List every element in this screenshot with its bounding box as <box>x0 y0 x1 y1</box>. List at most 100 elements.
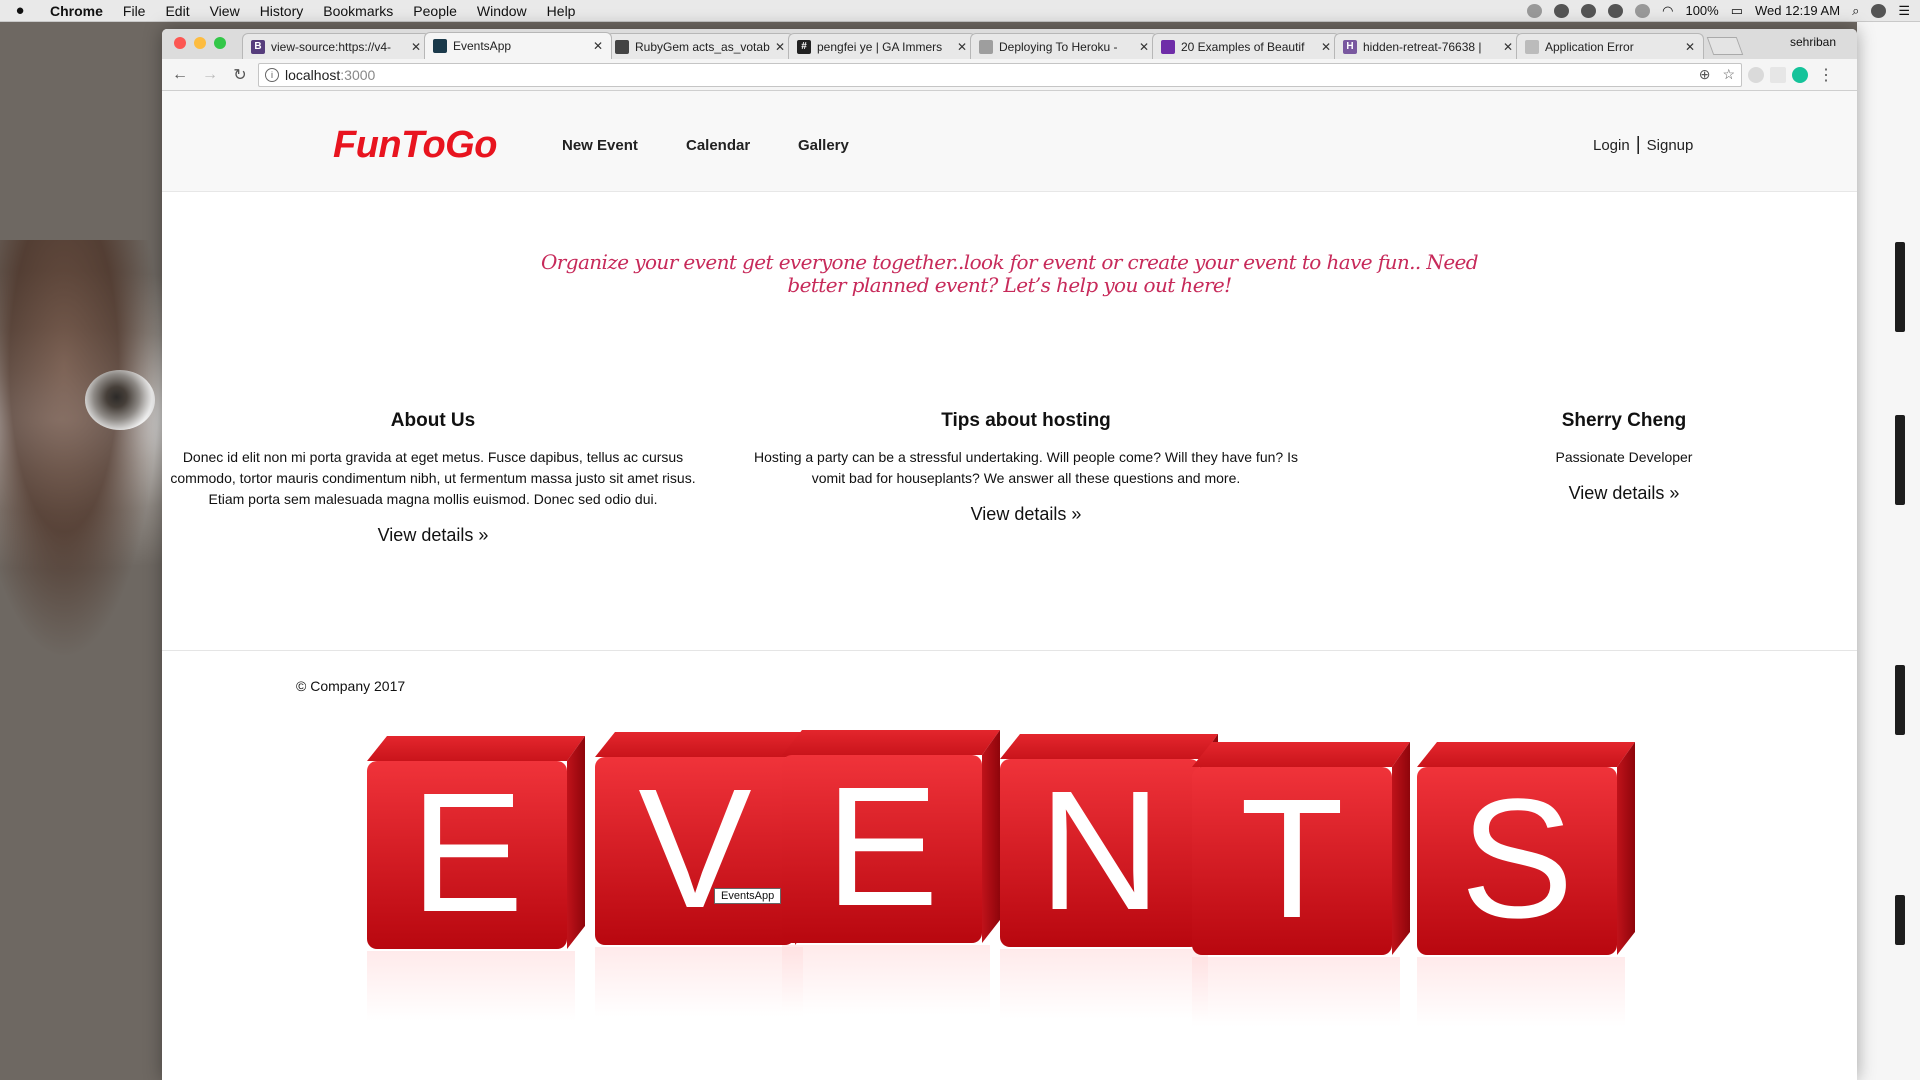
auth-separator: | <box>1635 134 1641 155</box>
site-navbar: FunToGo New Event Calendar Gallery Login… <box>162 91 1857 192</box>
die-letter: T <box>1240 764 1344 954</box>
tab-close-icon[interactable]: ✕ <box>411 40 421 54</box>
hero-text: Organize your event get everyone togethe… <box>540 250 1479 297</box>
spotlight-search-icon[interactable]: ⌕ <box>1852 3 1859 19</box>
url-port: :3000 <box>340 66 376 83</box>
apple-menu-icon[interactable]: ● <box>0 2 40 19</box>
browser-tab[interactable]: EventsApp ✕ <box>424 32 612 59</box>
reload-icon[interactable]: ↻ <box>228 63 252 87</box>
browser-tab[interactable]: Deploying To Heroku - ✕ <box>970 33 1158 59</box>
minimize-window-button[interactable] <box>194 37 206 49</box>
letter-die: S <box>1417 742 1635 1027</box>
nav-gallery[interactable]: Gallery <box>798 137 849 154</box>
bluetooth-icon[interactable] <box>1635 3 1651 18</box>
menu-file[interactable]: File <box>113 3 156 19</box>
browser-tab[interactable]: 20 Examples of Beautif ✕ <box>1152 33 1340 59</box>
tabs-container: Bview-source:https://v4- ✕ EventsApp ✕ RubyG… <box>242 32 1704 59</box>
die-letter: N <box>1039 756 1162 946</box>
app-status-icon[interactable] <box>1608 3 1624 18</box>
new-tab-button[interactable] <box>1706 37 1744 55</box>
tab-close-icon[interactable]: ✕ <box>1503 40 1513 54</box>
die-letter: E <box>825 752 938 942</box>
tab-favicon-icon: # <box>797 39 811 54</box>
grammarly-icon[interactable] <box>1792 66 1808 83</box>
background-window-block <box>1895 415 1905 505</box>
dash-icon[interactable] <box>1527 3 1543 18</box>
sync-icon[interactable] <box>1581 3 1597 18</box>
dice-group: EVENTS <box>367 730 1635 1027</box>
tab-favicon-icon <box>1161 39 1175 54</box>
tab-close-icon[interactable]: ✕ <box>957 40 967 54</box>
view-details-button[interactable]: View details » <box>971 504 1082 525</box>
address-bar[interactable]: i localhost:3000 ⊕ ☆ <box>258 62 1742 87</box>
signup-link[interactable]: Signup <box>1647 137 1694 154</box>
tab-favicon-icon <box>615 39 629 54</box>
background-window-block <box>1895 665 1905 735</box>
column-heading: About Us <box>390 410 476 431</box>
brand-logo[interactable]: FunToGo <box>333 124 497 167</box>
back-icon[interactable]: ← <box>168 63 192 87</box>
extension-icon[interactable] <box>1770 66 1786 83</box>
url-host: localhost <box>285 66 341 83</box>
user-avatar-icon[interactable] <box>1871 3 1887 18</box>
tab-favicon-icon: H <box>1343 39 1357 54</box>
chrome-menu-icon[interactable]: ⋮ <box>1814 63 1838 87</box>
menu-help[interactable]: Help <box>537 3 586 19</box>
profile-column: Sherry Cheng Passionate Developer View d… <box>1454 410 1794 504</box>
die-letter: V <box>638 754 751 944</box>
tab-close-icon[interactable]: ✕ <box>593 39 603 53</box>
browser-tab[interactable]: Application Error ✕ <box>1516 33 1704 59</box>
letter-die: E <box>782 730 1000 1015</box>
zoom-window-button[interactable] <box>214 37 226 49</box>
wifi-icon[interactable]: ◠ <box>1662 3 1673 19</box>
tab-close-icon[interactable]: ✕ <box>1321 40 1331 54</box>
browser-tab[interactable]: Bview-source:https://v4- ✕ <box>242 33 430 59</box>
forward-icon[interactable]: → <box>198 63 222 87</box>
close-window-button[interactable] <box>174 37 186 49</box>
extension-icon[interactable] <box>1748 66 1764 83</box>
menu-view[interactable]: View <box>200 3 250 19</box>
letter-die: N <box>1000 734 1218 1019</box>
browser-tab[interactable]: RubyGem acts_as_votab ✕ <box>606 33 794 59</box>
browser-toolbar: ← → ↻ i localhost:3000 ⊕ ☆ ⋮ <box>162 59 1857 91</box>
die-letter: E <box>410 758 523 948</box>
tab-favicon-icon: B <box>251 39 265 54</box>
tab-close-icon[interactable]: ✕ <box>1139 40 1149 54</box>
notification-center-icon[interactable]: ☰ <box>1898 3 1910 19</box>
tab-title: EventsApp <box>453 39 512 53</box>
browser-tab[interactable]: Hhidden-retreat-76638 | ✕ <box>1334 33 1522 59</box>
profile-name[interactable]: sehriban <box>1790 35 1836 49</box>
tab-close-icon[interactable]: ✕ <box>775 40 785 54</box>
footer-divider <box>162 650 1857 651</box>
wallpaper-dog-eye <box>85 370 155 430</box>
background-window-block <box>1895 895 1905 945</box>
auth-links: Login | Signup <box>1593 134 1693 156</box>
info-icon[interactable]: i <box>265 67 279 82</box>
menu-history[interactable]: History <box>250 3 314 19</box>
evernote-icon[interactable] <box>1554 3 1570 18</box>
tips-column: Tips about hosting Hosting a party can b… <box>739 410 1313 525</box>
battery-percent[interactable]: 100% <box>1685 3 1718 18</box>
menu-window[interactable]: Window <box>467 3 537 19</box>
nav-new-event[interactable]: New Event <box>562 137 638 154</box>
menu-edit[interactable]: Edit <box>155 3 199 19</box>
menubar-clock[interactable]: Wed 12:19 AM <box>1755 3 1840 18</box>
login-link[interactable]: Login <box>1593 137 1630 154</box>
column-body: Donec id elit non mi porta gravida at eg… <box>170 449 696 507</box>
nav-calendar[interactable]: Calendar <box>686 137 750 154</box>
wallpaper-dog-fur <box>0 240 160 660</box>
tab-title: pengfei ye | GA Immers <box>817 39 943 54</box>
tab-close-icon[interactable]: ✕ <box>1685 40 1695 54</box>
view-details-button[interactable]: View details » <box>378 525 489 546</box>
browser-tab[interactable]: # pengfei ye | GA Immers ✕ <box>788 33 976 59</box>
battery-icon[interactable]: ▭ <box>1731 3 1743 19</box>
zoom-icon[interactable]: ⊕ <box>1699 66 1711 83</box>
menu-app-name[interactable]: Chrome <box>40 3 113 19</box>
tab-strip: Bview-source:https://v4- ✕ EventsApp ✕ RubyG… <box>162 29 1857 59</box>
background-window-block <box>1895 242 1905 332</box>
background-window <box>1857 22 1920 1080</box>
view-details-button[interactable]: View details » <box>1569 483 1680 504</box>
bookmark-star-icon[interactable]: ☆ <box>1722 66 1735 83</box>
menu-people[interactable]: People <box>403 3 467 19</box>
menu-bookmarks[interactable]: Bookmarks <box>313 3 403 19</box>
